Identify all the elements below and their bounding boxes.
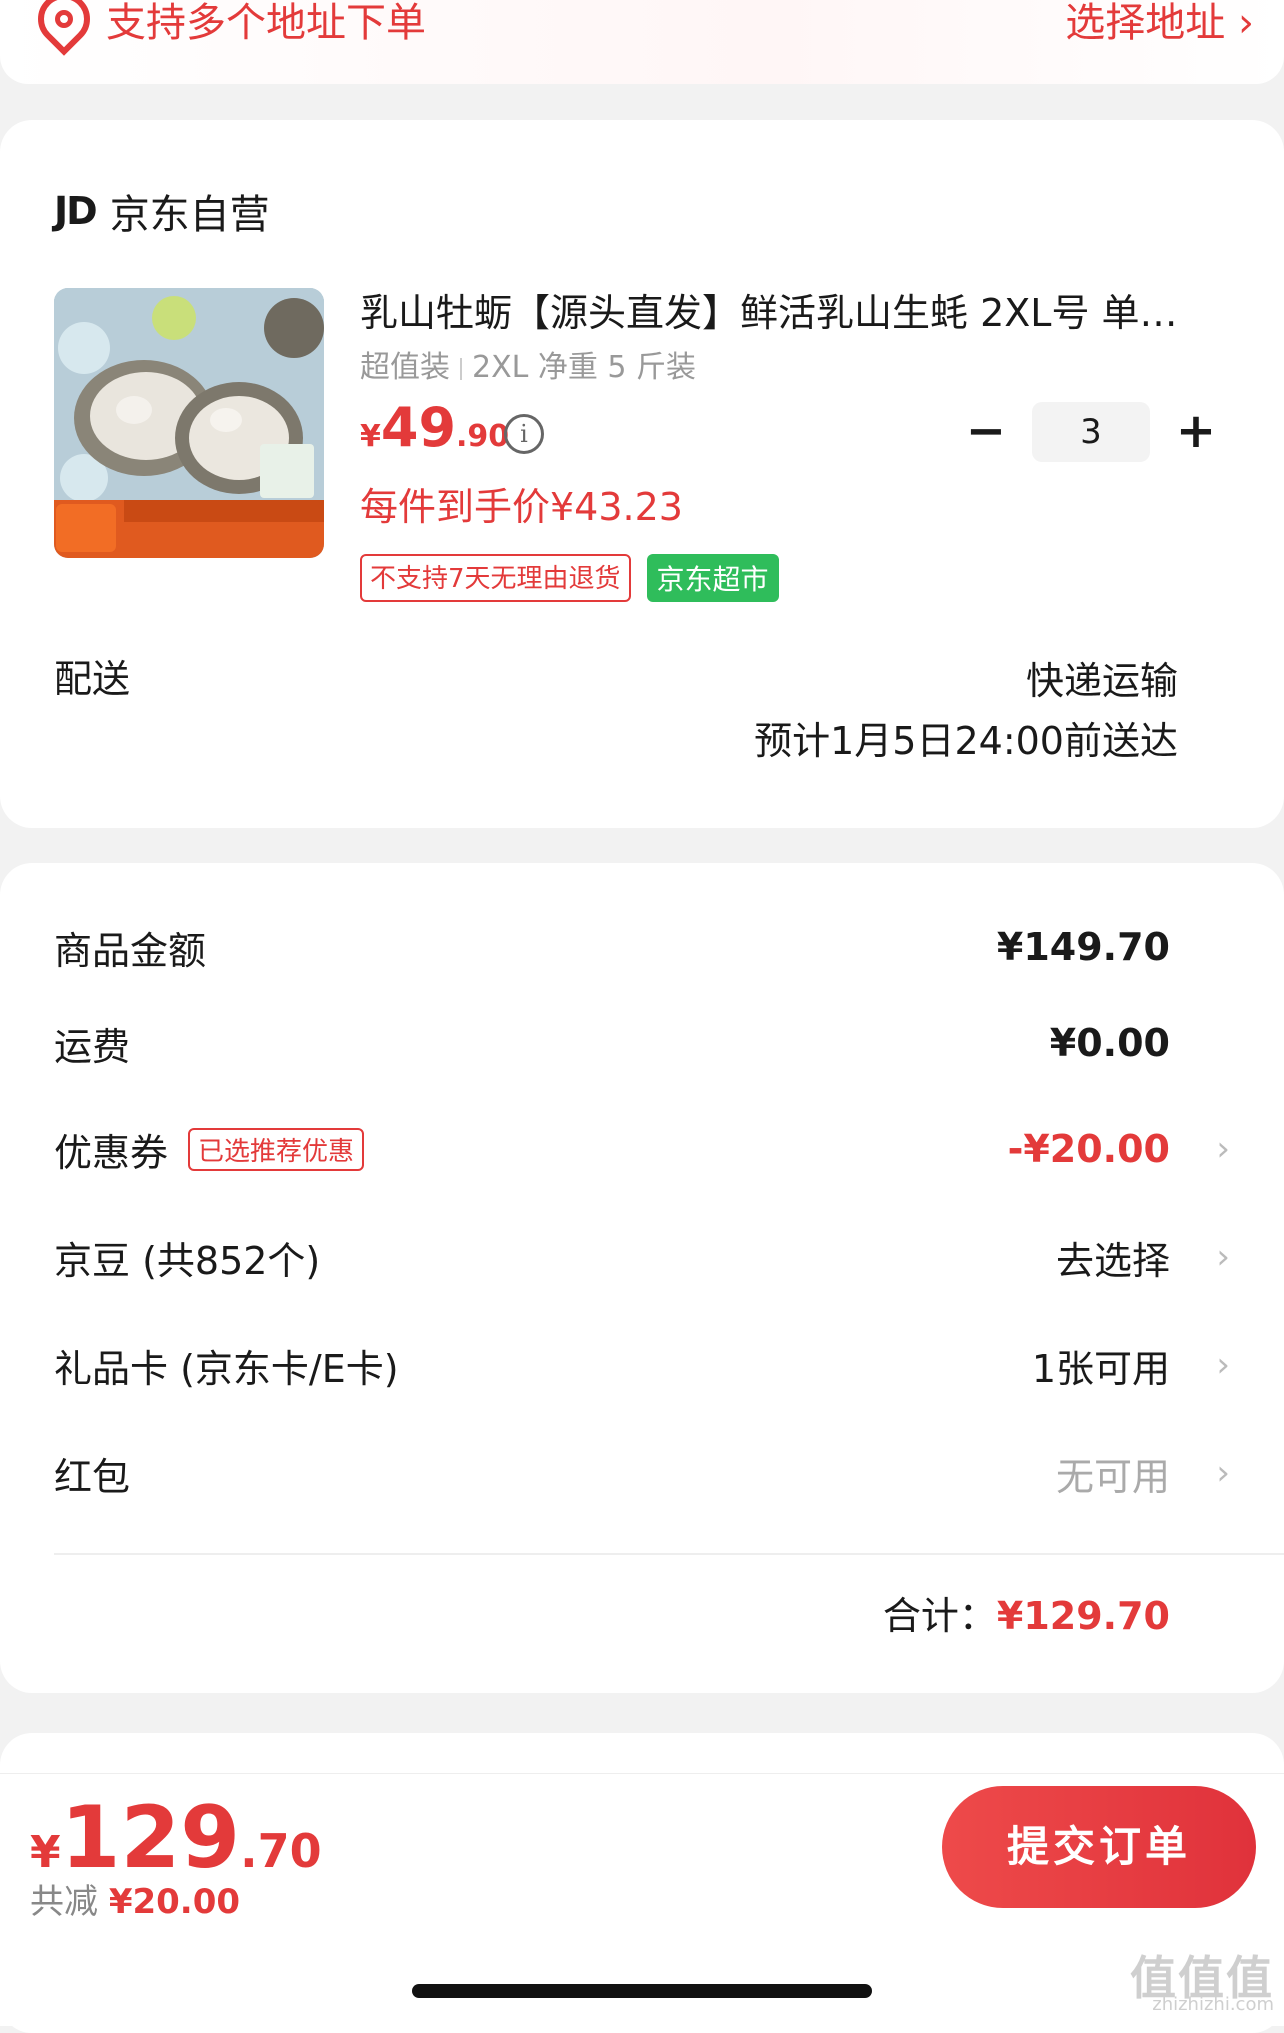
shipping-label: 配送	[54, 657, 131, 701]
freight-label: 运费	[54, 1024, 131, 1069]
watermark-site: zhizhizhi.com	[1152, 1994, 1274, 2015]
spec-weight: 2XL 净重 5 斤装	[472, 350, 697, 385]
per-item-price: 每件到手价¥43.23	[360, 485, 683, 529]
price-decimal: .90	[456, 419, 510, 454]
jd-supermarket-tag: 京东超市	[646, 554, 779, 602]
total-discount-value: ¥20.00	[108, 1882, 241, 1922]
grand-total: ¥ 129 .70	[30, 1788, 322, 1888]
chevron-right-icon: ›	[1216, 1453, 1230, 1493]
address-prompt-text: 支持多个地址下单	[106, 0, 426, 46]
location-pin-icon	[27, 0, 101, 56]
shop-card: JD 京东自营 乳山牡蛎【源头直发】鲜活乳山生蚝 2XL号 单… 超值装 2XL …	[0, 120, 1284, 828]
address-prompt[interactable]: 支持多个地址下单	[27, 0, 426, 56]
submit-order-button[interactable]: 提交订单	[942, 1786, 1256, 1908]
jd-logo-icon: JD	[54, 189, 98, 233]
subtotal-value: ¥129.70	[996, 1594, 1170, 1638]
coupon-label-group: 优惠券 已选推荐优惠	[54, 1122, 1008, 1177]
grand-total-currency: ¥	[30, 1827, 61, 1878]
home-indicator[interactable]	[412, 1984, 872, 1998]
shipping-eta: 预计1月5日24:00前送达	[754, 719, 1178, 763]
grand-total-integer: 129	[60, 1788, 241, 1888]
red-packet-row[interactable]: 红包 无可用 ›	[54, 1443, 1230, 1503]
grand-total-decimal: .70	[240, 1824, 322, 1878]
address-bar[interactable]: 支持多个地址下单 选择地址 ›	[0, 0, 1284, 84]
price-integer: 49	[380, 396, 457, 459]
gift-card-value: 1张可用	[1031, 1346, 1170, 1391]
total-discount: 共减 ¥20.00	[30, 1874, 240, 1923]
goods-amount-value: ¥149.70	[996, 925, 1170, 969]
coupon-row[interactable]: 优惠券 已选推荐优惠 -¥20.00 ›	[54, 1119, 1230, 1179]
product-image[interactable]	[54, 288, 324, 558]
shop-header: JD 京东自营	[54, 182, 270, 240]
order-summary-card: 商品金额 ¥149.70 运费 ¥0.00 优惠券 已选推荐优惠 -¥20.00…	[0, 863, 1284, 1693]
subtotal-label: 合计：	[882, 1594, 997, 1638]
goods-amount-row: 商品金额 ¥149.70	[54, 917, 1230, 977]
oyster-image-icon	[54, 288, 324, 558]
product-tags: 不支持7天无理由退货 京东超市	[360, 554, 779, 602]
price-info-icon[interactable]: i	[504, 414, 544, 454]
decrease-quantity-button[interactable]: −	[958, 404, 1014, 460]
summary-divider	[54, 1553, 1284, 1555]
increase-quantity-button[interactable]: +	[1168, 404, 1224, 460]
red-packet-label: 红包	[54, 1454, 131, 1499]
spec-package: 超值装	[360, 350, 450, 385]
select-address-link[interactable]: 选择地址 ›	[1065, 0, 1254, 48]
no-return-tag: 不支持7天无理由退货	[360, 554, 631, 602]
coupon-badge: 已选推荐优惠	[188, 1127, 365, 1171]
freight-value: ¥0.00	[1049, 1021, 1170, 1065]
shop-name: 京东自营	[109, 192, 270, 238]
chevron-right-icon: ›	[1216, 1345, 1230, 1385]
price-currency: ¥	[360, 419, 381, 454]
checkout-bar: ¥ 129 .70 共减 ¥20.00 提交订单 值值值 zhizhizhi.c…	[0, 1773, 1284, 2026]
total-discount-label: 共减	[30, 1882, 98, 1922]
product-price: ¥ 49 .90	[360, 396, 509, 459]
gift-card-row[interactable]: 礼品卡 (京东卡/E卡) 1张可用 ›	[54, 1335, 1230, 1395]
product-spec[interactable]: 超值装 2XL 净重 5 斤装	[360, 342, 696, 386]
quantity-stepper: − 3 +	[958, 402, 1224, 462]
quantity-input[interactable]: 3	[1032, 402, 1150, 462]
gift-card-label: 礼品卡 (京东卡/E卡)	[54, 1346, 399, 1391]
coupon-label: 优惠券	[54, 1130, 169, 1175]
freight-row: 运费 ¥0.00	[54, 1013, 1230, 1073]
goods-amount-label: 商品金额	[54, 928, 207, 973]
subtotal: 合计：¥129.70	[883, 1585, 1170, 1640]
red-packet-value: 无可用	[1055, 1454, 1170, 1499]
jd-beans-value: 去选择	[1055, 1238, 1170, 1283]
product-title[interactable]: 乳山牡蛎【源头直发】鲜活乳山生蚝 2XL号 单…	[360, 282, 1220, 337]
chevron-right-icon: ›	[1216, 1129, 1230, 1169]
jd-beans-label: 京豆 (共852个)	[54, 1238, 321, 1283]
jd-beans-row[interactable]: 京豆 (共852个) 去选择 ›	[54, 1227, 1230, 1287]
shipping-method[interactable]: 快递运输	[1026, 650, 1178, 705]
coupon-value: -¥20.00	[1007, 1127, 1170, 1171]
chevron-right-icon: ›	[1216, 1237, 1230, 1277]
spec-divider	[460, 357, 462, 380]
